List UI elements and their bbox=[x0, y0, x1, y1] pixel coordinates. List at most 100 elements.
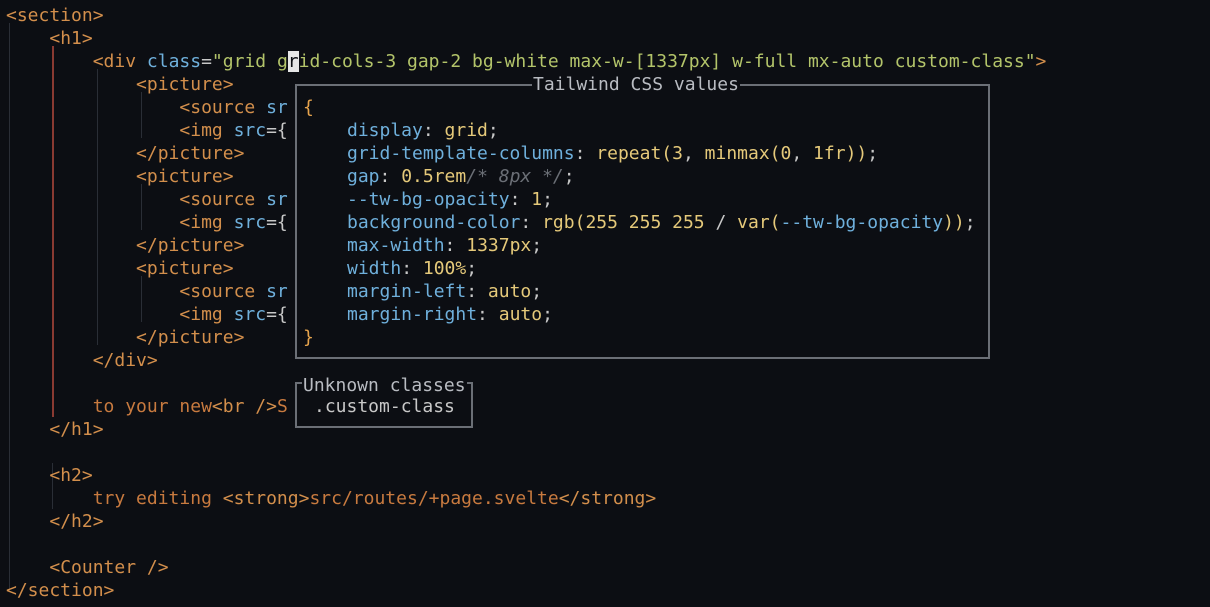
code-line[interactable]: <picture> bbox=[6, 73, 234, 96]
code-line[interactable]: <picture> bbox=[6, 165, 234, 188]
css-value-token: --tw-bg-opacity bbox=[780, 212, 944, 233]
css-property: margin-right bbox=[347, 304, 478, 325]
code-token: <Counter /> bbox=[49, 557, 169, 578]
code-line[interactable]: </picture> bbox=[6, 234, 244, 257]
code-line[interactable]: to your new<br />S bbox=[6, 395, 288, 418]
code-line[interactable]: <section> bbox=[6, 4, 104, 27]
code-token: S bbox=[276, 396, 288, 417]
code-line[interactable]: <h2> bbox=[6, 464, 92, 487]
code-token: > bbox=[1035, 51, 1047, 72]
unknown-classes-title: Unknown classes bbox=[302, 374, 467, 397]
css-property: margin-left bbox=[347, 281, 467, 302]
semicolon: ; bbox=[542, 304, 553, 325]
semicolon: ; bbox=[487, 120, 499, 141]
code-token: </picture> bbox=[136, 235, 245, 256]
code-token: <img bbox=[179, 304, 234, 325]
colon: : bbox=[466, 281, 488, 302]
code-line[interactable]: </section> bbox=[6, 579, 114, 602]
code-line[interactable]: <picture> bbox=[6, 257, 234, 280]
css-value-token: var( bbox=[737, 212, 781, 233]
css-value-token: 1fr bbox=[813, 143, 846, 164]
code-token: class bbox=[146, 51, 202, 72]
colon: : bbox=[477, 304, 499, 325]
code-token: sr bbox=[266, 97, 288, 118]
colon: : bbox=[520, 212, 543, 233]
code-line[interactable]: <img src={ bbox=[6, 119, 287, 142]
semicolon: ; bbox=[466, 258, 478, 279]
css-value-token: /* 8px */ bbox=[466, 166, 564, 187]
code-token: </picture> bbox=[136, 143, 245, 164]
colon: : bbox=[509, 189, 532, 210]
popup-title: Tailwind CSS values bbox=[532, 73, 740, 96]
code-token: <picture> bbox=[136, 166, 234, 187]
css-value-token: 255 255 255 bbox=[585, 212, 705, 233]
code-token: to your new bbox=[92, 396, 212, 417]
code-line[interactable]: </picture> bbox=[6, 142, 244, 165]
unknown-class-item: .custom-class bbox=[314, 396, 455, 417]
code-line[interactable]: <source sr bbox=[6, 188, 287, 211]
code-line[interactable]: <div class="grid grid-cols-3 gap-2 bg-wh… bbox=[6, 50, 1046, 73]
code-line[interactable]: <img src={ bbox=[6, 211, 287, 234]
code-line[interactable]: <h1> bbox=[6, 27, 92, 50]
code-token: </picture> bbox=[136, 327, 245, 348]
code-token: </strong> bbox=[558, 488, 657, 509]
css-declaration: max-width: 1337px; bbox=[347, 234, 542, 257]
css-value-token: auto bbox=[487, 281, 532, 302]
css-value-token: , bbox=[682, 143, 705, 164]
code-token: </h1> bbox=[49, 419, 104, 440]
code-line[interactable]: </picture> bbox=[6, 326, 244, 349]
code-token: try editing bbox=[92, 488, 223, 509]
semicolon: ; bbox=[964, 212, 976, 233]
code-token: src/routes/+page.svelte bbox=[309, 488, 559, 509]
css-property: width bbox=[347, 258, 402, 279]
css-property: display bbox=[347, 120, 423, 141]
css-declaration: display: grid; bbox=[347, 119, 499, 142]
css-property: max-width bbox=[347, 235, 445, 256]
code-token: ={ bbox=[266, 304, 288, 325]
code-token: <source bbox=[179, 97, 267, 118]
colon: : bbox=[574, 143, 597, 164]
css-value-token: grid bbox=[444, 120, 488, 141]
code-line[interactable]: <img src={ bbox=[6, 303, 288, 326]
code-line[interactable]: <source sr bbox=[6, 280, 287, 303]
css-declaration: margin-right: auto; bbox=[347, 303, 553, 326]
code-token: id-cols-3 gap-2 bg-white max-w-[1337px] … bbox=[298, 51, 1036, 72]
code-token: src bbox=[233, 212, 267, 233]
css-value-token: / bbox=[704, 212, 738, 233]
css-declaration: gap: 0.5rem/* 8px */; bbox=[347, 165, 575, 188]
css-value-token: 0 bbox=[780, 143, 792, 164]
css-value-token: 0.5rem bbox=[401, 166, 467, 187]
code-line[interactable]: <Counter /> bbox=[6, 556, 169, 579]
colon: : bbox=[444, 235, 467, 256]
colon: : bbox=[379, 166, 402, 187]
code-line[interactable]: </h1> bbox=[6, 418, 104, 441]
open-brace: { bbox=[303, 97, 314, 118]
tailwind-values-popup: Tailwind CSS values { display: grid; grid… bbox=[295, 73, 990, 359]
code-token: </h2> bbox=[49, 511, 104, 532]
colon: : bbox=[422, 120, 445, 141]
semicolon: ; bbox=[542, 189, 553, 210]
code-line[interactable]: </h2> bbox=[6, 510, 104, 533]
css-property: grid-template-columns bbox=[347, 143, 575, 164]
code-line[interactable]: <source sr bbox=[6, 96, 288, 119]
css-value-token: , bbox=[791, 143, 814, 164]
code-line[interactable]: </div> bbox=[6, 349, 158, 372]
code-token: <br /> bbox=[211, 396, 277, 417]
css-value-token: 1337px bbox=[466, 235, 532, 256]
code-line[interactable]: try editing <strong>src/routes/+page.sve… bbox=[6, 487, 657, 510]
css-property: --tw-bg-opacity bbox=[347, 189, 510, 210]
unknown-classes-popup: Unknown classes .custom-class bbox=[295, 374, 473, 428]
css-value-token: )) bbox=[845, 143, 868, 164]
code-token: <picture> bbox=[136, 74, 234, 95]
